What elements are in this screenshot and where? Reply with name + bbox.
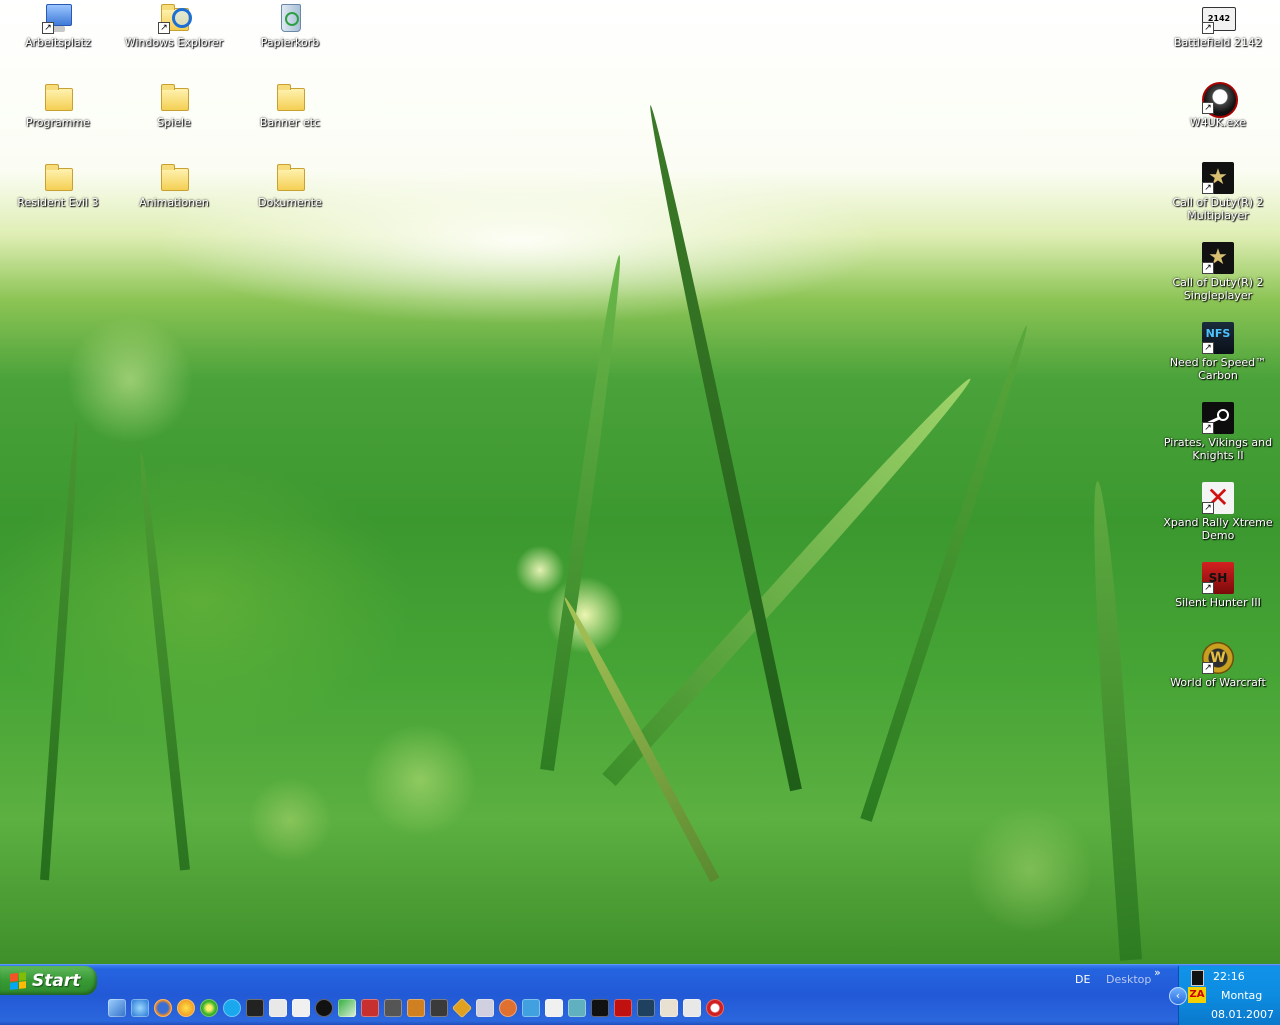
wow-icon: W ↗ [1202, 642, 1234, 674]
tray-expand-button[interactable]: ‹ [1169, 987, 1187, 1005]
folder-icon [158, 162, 190, 194]
clock-time[interactable]: 22:16 [1213, 970, 1245, 983]
app-icon[interactable] [591, 999, 609, 1017]
desktop-toolbar[interactable]: Desktop [1106, 973, 1151, 986]
icon-papierkorb[interactable]: Papierkorb [232, 2, 348, 49]
taskbar: Start DE Desktop » ‹ ZA 22:16 Montag 08.… [0, 964, 1280, 1025]
skype-icon[interactable] [223, 999, 241, 1017]
start-button[interactable]: Start [0, 966, 97, 995]
icon-w4uk[interactable]: ↗ W4UK.exe [1160, 82, 1276, 129]
app-icon[interactable] [499, 999, 517, 1017]
folder-icon [274, 82, 306, 114]
clock-day: Montag [1221, 989, 1263, 1002]
icon-spiele[interactable]: Spiele [116, 82, 232, 129]
my-computer-icon: ↗ [42, 2, 74, 34]
icon-programme[interactable]: Programme [0, 82, 116, 129]
system-tray: ‹ ZA 22:16 Montag 08.01.2007 [1169, 966, 1280, 1025]
icon-cod2-sp[interactable]: ★ ↗ Call of Duty(R) 2 Singleplayer [1160, 242, 1276, 302]
app-icon[interactable] [683, 999, 701, 1017]
recycle-bin-icon [274, 2, 306, 34]
app-icon[interactable] [315, 999, 333, 1017]
app-icon[interactable] [545, 999, 563, 1017]
app-icon[interactable] [637, 999, 655, 1017]
wallpaper-grass-blade [560, 595, 720, 883]
wallpaper-grass-blade [136, 451, 190, 871]
explorer-icon: ↗ [158, 2, 192, 34]
icon-cod2-mp[interactable]: ★ ↗ Call of Duty(R) 2 Multiplayer [1160, 162, 1276, 222]
wallpaper-grass-blade [644, 104, 802, 792]
xpand-rally-icon: ✕ ↗ [1202, 482, 1234, 514]
tray-app-icon[interactable] [1191, 970, 1204, 986]
folder-icon [158, 82, 190, 114]
icon-nfs-carbon[interactable]: NFS ↗ Need for Speed™ Carbon [1160, 322, 1276, 382]
skull-icon: ↗ [1202, 82, 1238, 118]
icon-banner-etc[interactable]: Banner etc [232, 82, 348, 129]
icon-animationen[interactable]: Animationen [116, 162, 232, 209]
app-icon[interactable] [430, 999, 448, 1017]
app-icon[interactable] [407, 999, 425, 1017]
icon-battlefield-2142[interactable]: 2142 ↗ Battlefield 2142 [1160, 2, 1276, 49]
icon-dokumente[interactable]: Dokumente [232, 162, 348, 209]
folder-icon [274, 162, 306, 194]
folder-icon [42, 162, 74, 194]
start-label: Start [32, 970, 81, 991]
folder-icon [42, 82, 74, 114]
app-icon[interactable] [451, 997, 473, 1019]
firefox-icon[interactable] [154, 999, 172, 1017]
app-icon[interactable] [522, 999, 540, 1017]
icon-arbeitsplatz[interactable]: ↗ Arbeitsplatz [0, 2, 116, 49]
language-indicator[interactable]: DE [1075, 973, 1090, 986]
app-icon[interactable] [269, 999, 287, 1017]
desktop[interactable]: ↗ Arbeitsplatz ↗ Windows Explorer Papier… [0, 0, 1280, 964]
nfs-icon: NFS ↗ [1202, 322, 1234, 354]
app-icon[interactable] [706, 999, 724, 1017]
icon-silent-hunter[interactable]: SH ↗ Silent Hunter III [1160, 562, 1276, 609]
wallpaper-grass-blade [602, 372, 978, 787]
app-icon[interactable] [292, 999, 310, 1017]
app-icon[interactable] [476, 999, 494, 1017]
wallpaper-grass-blade [1086, 480, 1142, 961]
toolbar-chevron[interactable]: » [1154, 966, 1161, 979]
app-icon[interactable] [384, 999, 402, 1017]
icon-pirates-vikings[interactable]: ↗ Pirates, Vikings and Knights II [1160, 402, 1276, 462]
icq-icon[interactable] [200, 999, 218, 1017]
silent-hunter-icon: SH ↗ [1202, 562, 1234, 594]
app-icon[interactable] [660, 999, 678, 1017]
app-icon[interactable] [568, 999, 586, 1017]
cod2-icon: ★ ↗ [1202, 242, 1234, 274]
icon-windows-explorer[interactable]: ↗ Windows Explorer [116, 2, 232, 49]
icon-resident-evil-3[interactable]: Resident Evil 3 [0, 162, 116, 209]
steam-icon: ↗ [1202, 402, 1234, 434]
internet-explorer-icon[interactable] [131, 999, 149, 1017]
app-icon[interactable] [338, 999, 356, 1017]
clock-date: 08.01.2007 [1211, 1008, 1274, 1021]
windows-logo-icon [10, 971, 26, 990]
media-player-icon[interactable] [177, 999, 195, 1017]
battlefield-icon: 2142 ↗ [1202, 2, 1236, 34]
cod2-icon: ★ ↗ [1202, 162, 1234, 194]
zonealarm-icon[interactable]: ZA [1188, 987, 1206, 1003]
show-desktop-icon[interactable] [108, 999, 126, 1017]
wallpaper-grass-blade [40, 420, 82, 881]
icon-wow[interactable]: W ↗ World of Warcraft [1160, 642, 1276, 689]
app-icon[interactable] [361, 999, 379, 1017]
app-icon[interactable] [614, 999, 632, 1017]
quicklaunch-bar [108, 997, 724, 1021]
steam-icon[interactable] [246, 999, 264, 1017]
icon-xpand-rally[interactable]: ✕ ↗ Xpand Rally Xtreme Demo [1160, 482, 1276, 543]
